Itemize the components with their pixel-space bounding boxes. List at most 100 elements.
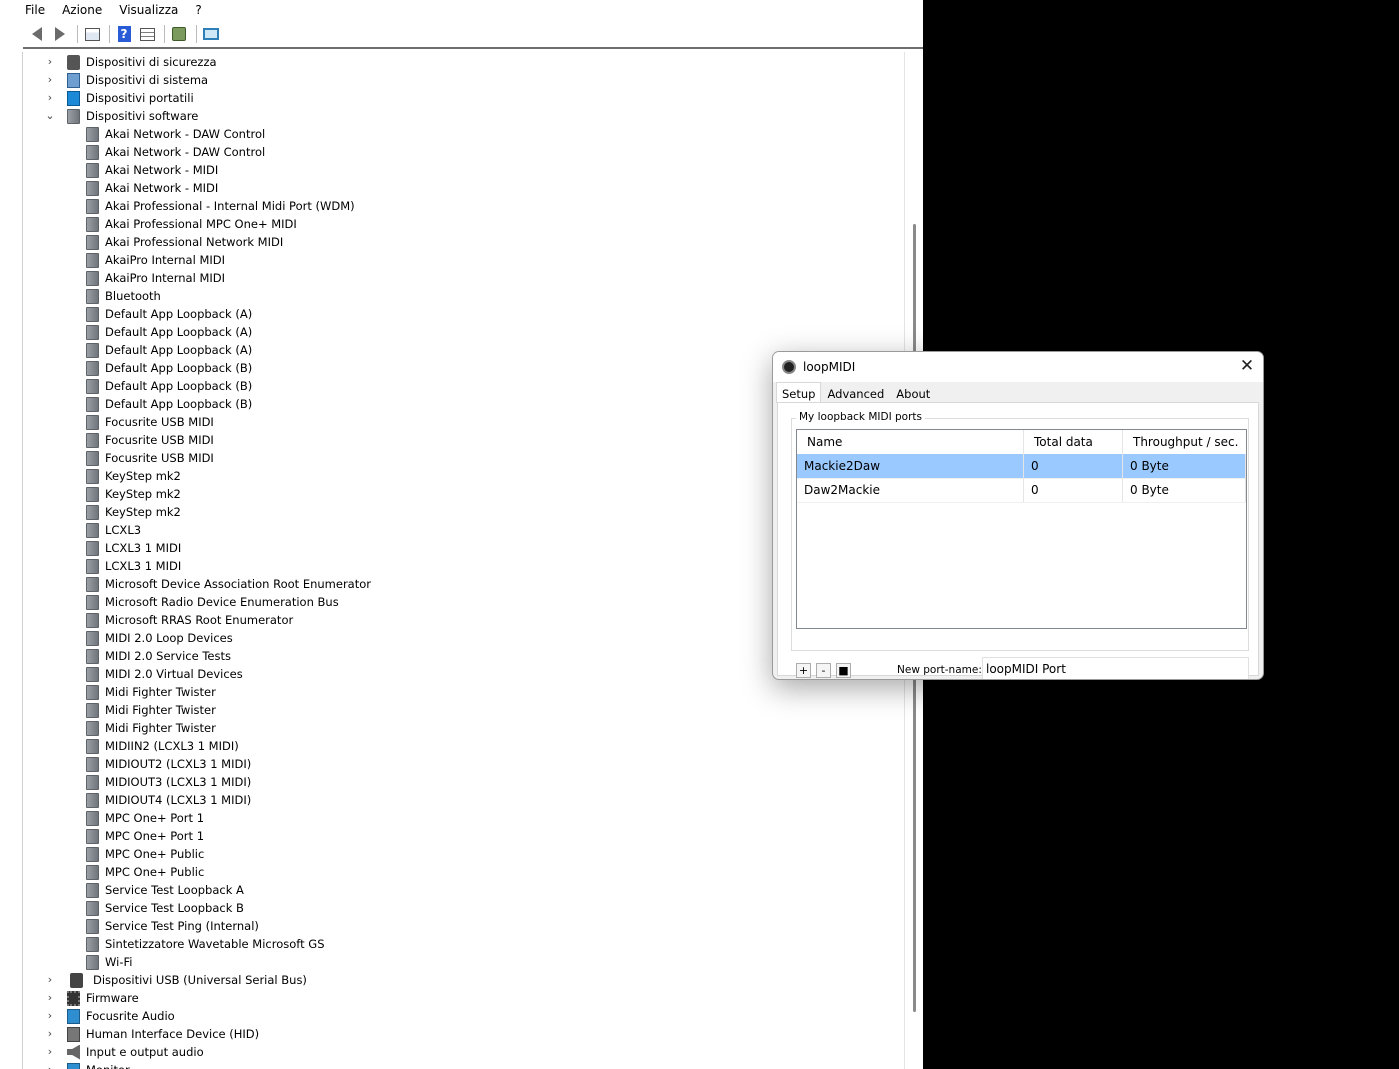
scan-hardware-button[interactable] [201, 24, 221, 44]
tree-device[interactable]: AkaiPro Internal MIDI [86, 269, 225, 287]
tree-device[interactable]: Akai Professional MPC One+ MIDI [86, 215, 297, 233]
update-driver-button[interactable] [169, 24, 189, 44]
tree-device[interactable]: Microsoft RRAS Root Enumerator [86, 611, 293, 629]
properties-button[interactable] [137, 24, 157, 44]
forward-button[interactable] [50, 24, 70, 44]
chevron-down-icon[interactable]: ⌄ [45, 107, 55, 125]
tree-device[interactable]: Wi-Fi [86, 953, 132, 971]
tree-category[interactable]: › Dispositivi di sistema [48, 71, 208, 89]
tree-device[interactable]: Default App Loopback (A) [86, 323, 252, 341]
tree-device[interactable]: Default App Loopback (A) [86, 305, 252, 323]
tree-device[interactable]: Akai Network - MIDI [86, 161, 218, 179]
tree-device[interactable]: MIDIOUT3 (LCXL3 1 MIDI) [86, 773, 251, 791]
tree-device[interactable]: Focusrite USB MIDI [86, 413, 214, 431]
toolbar-separator [77, 25, 78, 43]
tree-category[interactable]: ⌄ Dispositivi software [45, 107, 198, 125]
tree-device[interactable]: Akai Network - DAW Control [86, 125, 265, 143]
tree-device[interactable]: Service Test Loopback B [86, 899, 244, 917]
tree-device[interactable]: MPC One+ Port 1 [86, 827, 204, 845]
tree-device[interactable]: KeyStep mk2 [86, 503, 181, 521]
tree-category[interactable]: › Dispositivi di sicurezza [48, 53, 217, 71]
tree-category[interactable]: › Focusrite Audio [48, 1007, 175, 1025]
tree-device[interactable]: MPC One+ Public [86, 845, 204, 863]
tree-device[interactable]: MPC One+ Port 1 [86, 809, 204, 827]
tab-advanced[interactable]: Advanced [821, 382, 890, 403]
tree-device[interactable]: LCXL3 1 MIDI [86, 557, 181, 575]
tree-category[interactable]: › Monitor [48, 1061, 130, 1069]
tree-device[interactable]: MIDIIN2 (LCXL3 1 MIDI) [86, 737, 239, 755]
software-device-icon [86, 828, 99, 844]
chevron-right-icon[interactable]: › [45, 53, 55, 71]
column-header-name[interactable]: Name [797, 430, 1024, 454]
tree-device[interactable]: Akai Professional Network MIDI [86, 233, 283, 251]
tree-device[interactable]: LCXL3 1 MIDI [86, 539, 181, 557]
chevron-right-icon[interactable]: › [45, 1061, 55, 1069]
close-button[interactable]: ✕ [1231, 352, 1263, 382]
back-button[interactable] [27, 24, 47, 44]
software-device-icon [86, 738, 99, 754]
ports-list[interactable]: Name Total data Throughput / sec. Mackie… [796, 429, 1247, 629]
chevron-right-icon[interactable]: › [45, 971, 55, 989]
tree-device[interactable]: KeyStep mk2 [86, 467, 181, 485]
tree-device[interactable]: MIDI 2.0 Virtual Devices [86, 665, 243, 683]
tree-device[interactable]: MPC One+ Public [86, 863, 204, 881]
menu-help[interactable]: ? [195, 3, 201, 17]
chevron-right-icon[interactable]: › [45, 89, 55, 107]
title-bar[interactable]: loopMIDI ✕ [773, 352, 1263, 382]
tree-device[interactable]: KeyStep mk2 [86, 485, 181, 503]
tree-device[interactable]: Akai Professional - Internal Midi Port (… [86, 197, 355, 215]
remove-port-button[interactable]: - [816, 663, 831, 678]
column-header-throughput[interactable]: Throughput / sec. [1123, 430, 1246, 454]
menu-visualizza[interactable]: Visualizza [119, 3, 178, 17]
tree-device[interactable]: Akai Network - MIDI [86, 179, 218, 197]
tree-device[interactable]: Focusrite USB MIDI [86, 431, 214, 449]
port-row[interactable]: Daw2Mackie 0 0 Byte [797, 478, 1246, 503]
tree-category[interactable]: › Dispositivi portatili [48, 89, 194, 107]
tree-device[interactable]: MIDI 2.0 Service Tests [86, 647, 231, 665]
chevron-right-icon[interactable]: › [45, 1043, 55, 1061]
port-controls: + - ■ New port-name: [794, 657, 1249, 679]
tree-device[interactable]: Default App Loopback (B) [86, 395, 252, 413]
tree-device[interactable]: Default App Loopback (B) [86, 359, 252, 377]
tree-device[interactable]: Sintetizzatore Wavetable Microsoft GS [86, 935, 325, 953]
tree-category[interactable]: › Input e output audio [48, 1043, 204, 1061]
tree-category[interactable]: › Dispositivi USB (Universal Serial Bus) [48, 971, 307, 989]
tree-device[interactable]: Microsoft Device Association Root Enumer… [86, 575, 371, 593]
tree-device[interactable]: Akai Network - DAW Control [86, 143, 265, 161]
add-port-button[interactable]: + [796, 663, 811, 678]
tree-device[interactable]: Default App Loopback (B) [86, 377, 252, 395]
toolbar: ? [23, 21, 923, 49]
tree-device[interactable]: MIDI 2.0 Loop Devices [86, 629, 233, 647]
tree-item-label: MIDI 2.0 Loop Devices [105, 631, 233, 645]
stop-port-button[interactable]: ■ [836, 663, 851, 678]
new-port-name-input[interactable] [982, 657, 1249, 679]
help-button[interactable]: ? [114, 24, 134, 44]
tree-device[interactable]: Midi Fighter Twister [86, 719, 216, 737]
chevron-right-icon[interactable]: › [45, 1007, 55, 1025]
tree-device[interactable]: MIDIOUT4 (LCXL3 1 MIDI) [86, 791, 251, 809]
chevron-right-icon[interactable]: › [45, 71, 55, 89]
tree-device[interactable]: Bluetooth [86, 287, 161, 305]
show-hide-console-tree-button[interactable] [82, 24, 102, 44]
menu-file[interactable]: File [25, 3, 45, 17]
menu-azione[interactable]: Azione [62, 3, 102, 17]
tree-device[interactable]: Midi Fighter Twister [86, 701, 216, 719]
tab-setup[interactable]: Setup [776, 382, 822, 403]
tree-device[interactable]: AkaiPro Internal MIDI [86, 251, 225, 269]
tree-device[interactable]: Microsoft Radio Device Enumeration Bus [86, 593, 339, 611]
column-header-total-data[interactable]: Total data [1024, 430, 1123, 454]
tree-device[interactable]: Midi Fighter Twister [86, 683, 216, 701]
tree-device[interactable]: Focusrite USB MIDI [86, 449, 214, 467]
port-row[interactable]: Mackie2Daw 0 0 Byte [797, 454, 1246, 479]
chevron-right-icon[interactable]: › [45, 989, 55, 1007]
tree-device[interactable]: MIDIOUT2 (LCXL3 1 MIDI) [86, 755, 251, 773]
tab-about[interactable]: About [890, 382, 936, 403]
tree-device[interactable]: Default App Loopback (A) [86, 341, 252, 359]
tree-category[interactable]: › Human Interface Device (HID) [48, 1025, 259, 1043]
tree-category[interactable]: › Firmware [48, 989, 139, 1007]
tree-device[interactable]: LCXL3 [86, 521, 141, 539]
tree-device[interactable]: Service Test Ping (Internal) [86, 917, 259, 935]
chevron-right-icon[interactable]: › [45, 1025, 55, 1043]
software-device-icon [86, 432, 99, 448]
tree-device[interactable]: Service Test Loopback A [86, 881, 244, 899]
